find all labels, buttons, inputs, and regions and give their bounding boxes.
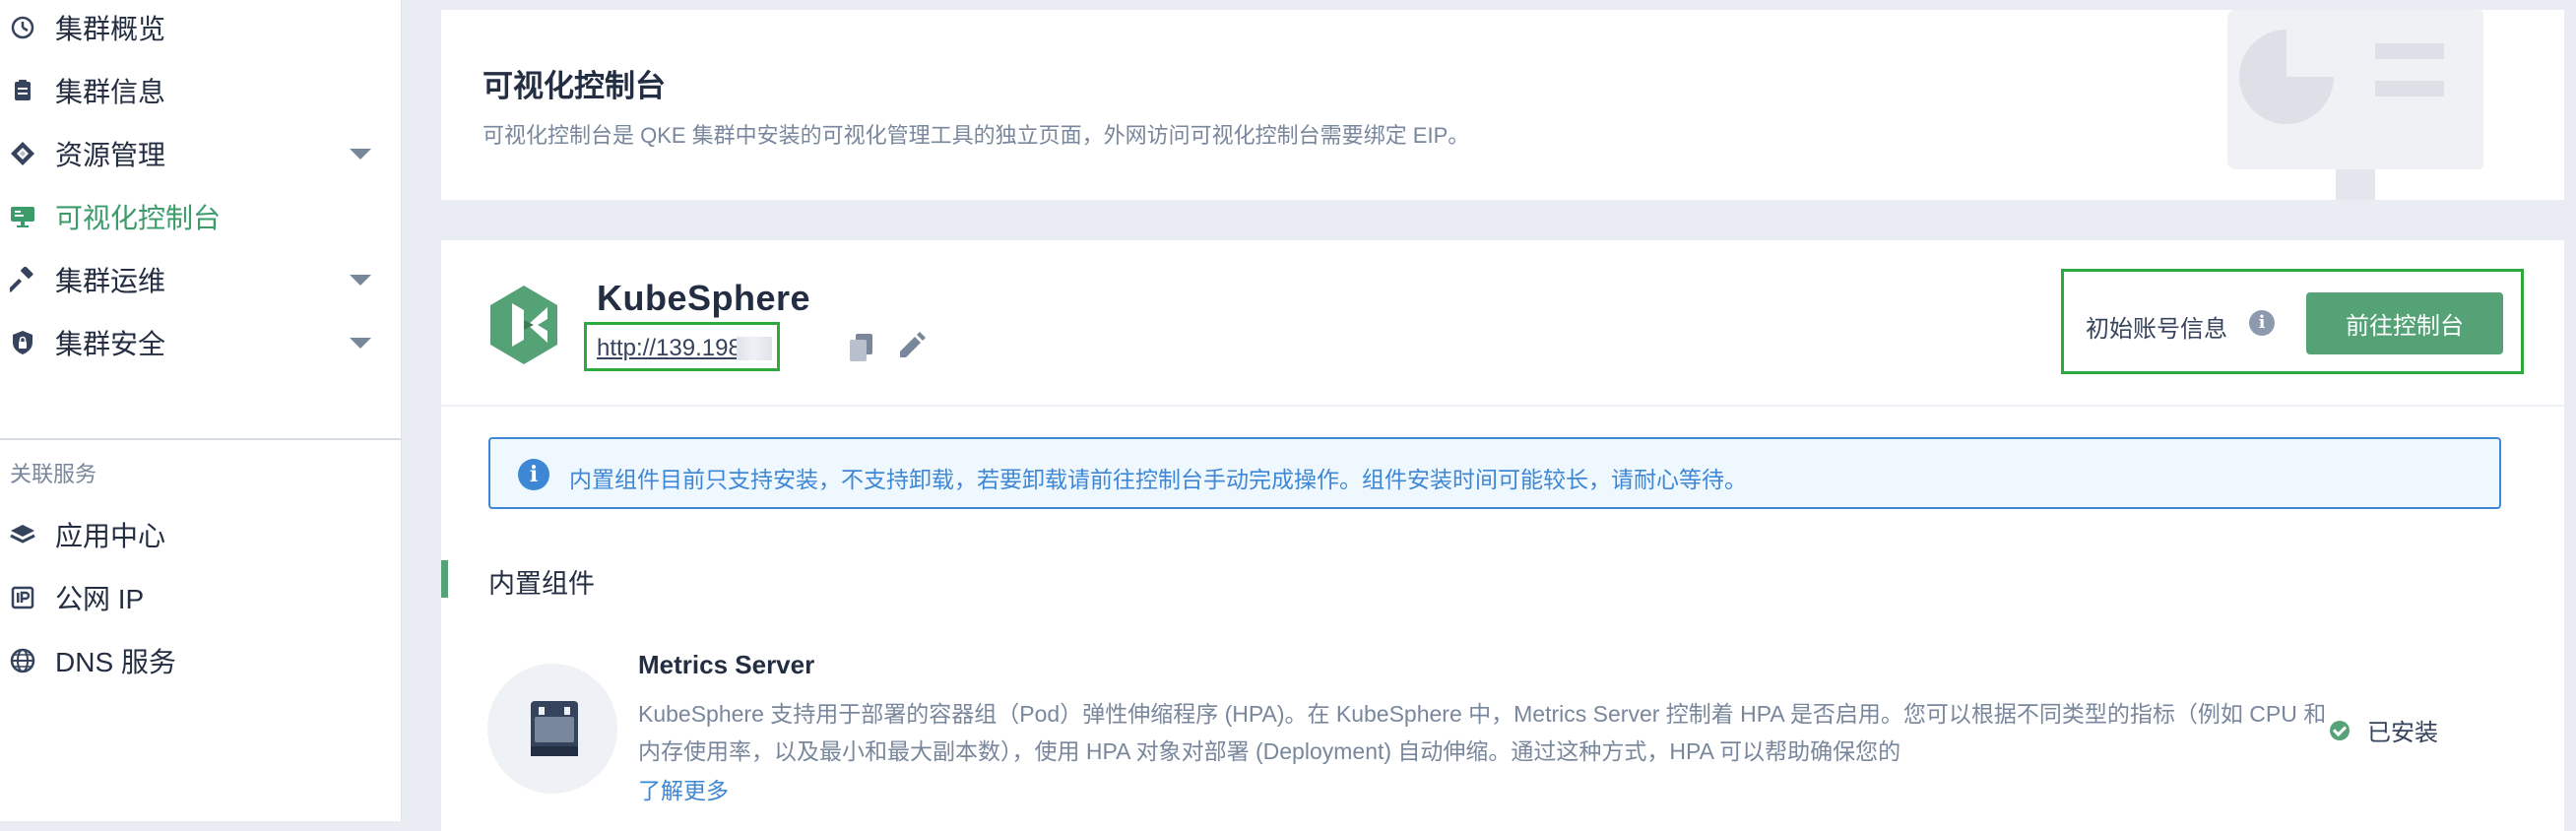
sidebar-item-cluster-overview[interactable]: 集群概览 [0, 0, 401, 55]
console-url-highlight: http://139.198. [584, 322, 780, 371]
notice-banner: i 内置组件目前只支持安装，不支持卸载，若要卸载请前往控制台手动完成操作。组件安… [488, 437, 2501, 509]
monitor-icon [10, 204, 35, 229]
sidebar-item-public-ip[interactable]: 公网 IP [0, 570, 401, 625]
sidebar: 集群概览 集群信息 资源管理 可视化控制台 集群运维 集群安全 关联服务 应用中… [0, 0, 402, 821]
sidebar-item-cluster-info[interactable]: 集群信息 [0, 63, 401, 118]
component-status: 已安装 [2330, 713, 2438, 747]
sidebar-item-label: 资源管理 [55, 140, 166, 170]
console-illustration-icon [2227, 10, 2483, 200]
component-name: Metrics Server [638, 650, 815, 679]
sidebar-item-cluster-ops[interactable]: 集群运维 [0, 252, 401, 307]
copy-icon[interactable] [847, 332, 876, 363]
component-description: KubeSphere 支持用于部署的容器组（Pod）弹性伸缩程序 (HPA)。在… [638, 701, 2327, 764]
learn-more-link[interactable]: 了解更多 [638, 772, 729, 805]
sidebar-item-label: 集群概览 [55, 14, 166, 44]
component-icon-wrapper [487, 664, 617, 794]
shield-lock-icon [10, 330, 35, 355]
globe-icon [10, 648, 35, 673]
sidebar-item-label: 集群运维 [55, 266, 166, 296]
builtin-components-title: 内置组件 [488, 569, 595, 599]
sidebar-divider [0, 438, 401, 440]
resources-icon [10, 141, 35, 166]
ip-icon [10, 585, 35, 610]
layers-icon [10, 522, 35, 547]
initial-account-label[interactable]: 初始账号信息 [2086, 309, 2227, 344]
page-description: 可视化控制台是 QKE 集群中安装的可视化管理工具的独立页面，外网访问可视化控制… [483, 123, 1470, 148]
sidebar-item-label: 应用中心 [55, 521, 166, 551]
sidebar-item-label: 集群信息 [55, 77, 166, 107]
related-services-title: 关联服务 [10, 462, 97, 486]
chevron-down-icon[interactable] [350, 148, 371, 160]
status-label: 已安装 [2367, 720, 2438, 746]
section-accent-bar [441, 560, 448, 598]
chevron-down-icon[interactable] [350, 274, 371, 286]
hammer-icon [10, 267, 35, 292]
sidebar-item-label: 集群安全 [55, 329, 166, 359]
server-icon [531, 701, 578, 756]
dashboard-icon [10, 15, 35, 40]
sidebar-item-app-center[interactable]: 应用中心 [0, 507, 401, 562]
console-card: KubeSphere http://139.198. 初始账号信息 i 前往控制… [441, 240, 2564, 831]
go-to-console-button[interactable]: 前往控制台 [2306, 292, 2503, 354]
divider [441, 405, 2564, 407]
sidebar-item-cluster-security[interactable]: 集群安全 [0, 315, 401, 370]
edit-icon[interactable] [896, 332, 926, 361]
url-redacted [737, 337, 772, 360]
chevron-down-icon[interactable] [350, 337, 371, 349]
info-icon[interactable]: i [2249, 310, 2275, 336]
info-icon: i [518, 459, 549, 490]
account-highlight: 初始账号信息 i 前往控制台 [2061, 269, 2524, 374]
sidebar-item-resource-management[interactable]: 资源管理 [0, 126, 401, 181]
app-name: KubeSphere [597, 278, 811, 318]
sidebar-item-visual-console[interactable]: 可视化控制台 [0, 189, 401, 244]
page-header-card: 可视化控制台 可视化控制台是 QKE 集群中安装的可视化管理工具的独立页面，外网… [441, 10, 2564, 200]
sidebar-item-label: 可视化控制台 [55, 203, 222, 233]
page-title: 可视化控制台 [483, 69, 666, 103]
sidebar-item-label: DNS 服务 [55, 647, 176, 677]
sidebar-item-label: 公网 IP [55, 584, 145, 614]
notice-text: 内置组件目前只支持安装，不支持卸载，若要卸载请前往控制台手动完成操作。组件安装时… [569, 467, 1747, 492]
sidebar-item-dns-service[interactable]: DNS 服务 [0, 633, 401, 688]
kubesphere-logo-icon [490, 286, 557, 364]
clipboard-icon [10, 78, 35, 103]
console-url-link[interactable]: http://139.198. [597, 335, 747, 362]
check-circle-icon [2330, 720, 2350, 740]
